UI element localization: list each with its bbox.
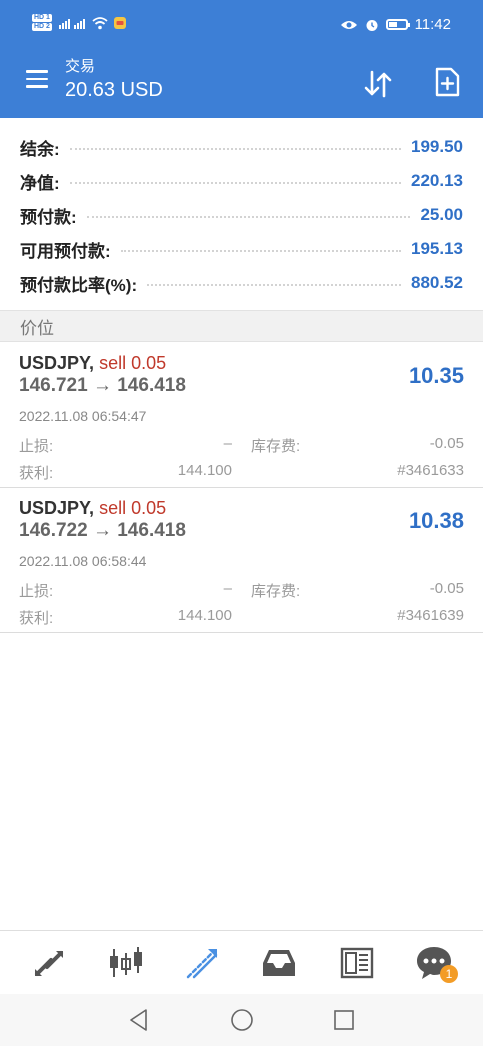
dotted-leader: [86, 216, 411, 218]
status-time: 11:42: [414, 16, 451, 33]
tp-value: 144.100: [177, 462, 232, 479]
title-block: 交易 20.63 USD: [65, 58, 163, 104]
position-symbol: USDJPY,: [19, 498, 95, 518]
chart-icon[interactable]: [106, 943, 146, 983]
status-bar: HD 1 HD 2 11:42: [0, 0, 483, 52]
ticket-number: #3461639: [397, 607, 464, 624]
summary-row-equity: 净值: 220.13: [0, 164, 483, 198]
summary-label: 结余:: [20, 139, 60, 159]
position-profit: 10.35: [408, 363, 464, 388]
eye-icon: [340, 20, 357, 29]
position-sl-swap-row: 止损: – 库存费: -0.05: [19, 435, 464, 455]
dotted-leader: [120, 250, 401, 252]
new-order-icon[interactable]: [433, 66, 461, 98]
summary-value: 220.13: [411, 171, 463, 190]
position-tp-ticket-row: 获利: 144.100 #3461639: [19, 607, 464, 627]
summary-value: 199.50: [411, 137, 463, 156]
chat-badge: 1: [440, 965, 458, 983]
summary-row-margin-level: 预付款比率(%): 880.52: [0, 266, 483, 300]
swap-value: -0.05: [429, 580, 464, 597]
dotted-leader: [69, 182, 401, 184]
app-bar: 交易 20.63 USD: [0, 52, 483, 118]
swap-label: 库存费:: [251, 583, 301, 600]
news-icon[interactable]: [337, 943, 377, 983]
bottom-navigation: 1: [0, 930, 483, 995]
summary-value: 25.00: [420, 205, 463, 224]
position-symbol: USDJPY,: [19, 353, 95, 373]
notification-app-icon: [113, 16, 126, 29]
position-item[interactable]: USDJPY, sell 0.05 146.721 → 146.418 10.3…: [0, 343, 483, 488]
dotted-leader: [69, 148, 401, 150]
tp-label: 获利:: [19, 610, 54, 627]
position-symbol-line: USDJPY, sell 0.05: [19, 498, 166, 519]
quotes-icon[interactable]: [29, 943, 69, 983]
hd-badges: HD 1 HD 2: [32, 14, 52, 31]
signal-icon: [58, 18, 85, 29]
battery-icon: [385, 19, 410, 30]
hd-badge: HD 1: [32, 14, 52, 22]
sort-icon[interactable]: [362, 68, 394, 100]
position-prices: 146.721 → 146.418: [19, 375, 186, 396]
tp-label: 获利:: [19, 465, 54, 482]
position-time: 2022.11.08 06:58:44: [19, 553, 147, 569]
position-symbol-line: USDJPY, sell 0.05: [19, 353, 166, 374]
position-time: 2022.11.08 06:54:47: [19, 408, 147, 424]
status-right: 11:42: [340, 16, 451, 33]
history-icon[interactable]: [259, 943, 299, 983]
swap-label: 库存费:: [251, 438, 301, 455]
trade-icon[interactable]: [182, 943, 222, 983]
summary-value: 195.13: [411, 239, 463, 258]
summary-label: 预付款比率(%):: [20, 275, 138, 295]
summary-row-free-margin: 可用预付款: 195.13: [0, 232, 483, 266]
summary-label: 可用预付款:: [20, 241, 111, 261]
back-icon[interactable]: [126, 1007, 152, 1033]
position-item[interactable]: USDJPY, sell 0.05 146.722 → 146.418 10.3…: [0, 488, 483, 633]
position-sl-swap-row: 止损: – 库存费: -0.05: [19, 580, 464, 600]
position-profit: 10.38: [408, 508, 464, 533]
swap-value: -0.05: [429, 435, 464, 452]
position-prices: 146.722 → 146.418: [19, 520, 186, 541]
summary-row-balance: 结余: 199.50: [0, 130, 483, 164]
summary-value: 880.52: [411, 273, 463, 292]
ticket-number: #3461633: [397, 462, 464, 479]
home-icon[interactable]: [229, 1007, 255, 1033]
page-subtitle: 20.63 USD: [65, 79, 163, 101]
position-side: sell 0.05: [99, 498, 167, 518]
section-header-positions: 价位: [0, 310, 483, 342]
status-left: HD 1 HD 2: [32, 14, 127, 31]
positions-list: USDJPY, sell 0.05 146.721 → 146.418 10.3…: [0, 343, 483, 633]
tp-value: 144.100: [177, 607, 232, 624]
page-title: 交易: [65, 58, 96, 75]
chat-button[interactable]: 1: [414, 943, 458, 983]
sl-value: –: [223, 580, 232, 597]
wifi-icon: [92, 16, 108, 29]
recents-icon[interactable]: [331, 1007, 357, 1033]
position-side: sell 0.05: [99, 353, 167, 373]
summary-row-margin: 预付款: 25.00: [0, 198, 483, 232]
position-tp-ticket-row: 获利: 144.100 #3461633: [19, 462, 464, 482]
summary-label: 净值:: [20, 173, 60, 193]
system-navigation-bar: [0, 994, 483, 1046]
sl-label: 止损:: [19, 438, 54, 455]
dotted-leader: [147, 284, 401, 286]
alarm-icon: [366, 19, 378, 31]
account-summary: 结余: 199.50 净值: 220.13 预付款: 25.00 可用预付款: …: [0, 130, 483, 300]
sl-value: –: [223, 435, 232, 452]
sl-label: 止损:: [19, 583, 54, 600]
summary-label: 预付款:: [20, 207, 77, 227]
menu-icon[interactable]: [26, 70, 48, 88]
hd-badge: HD 2: [32, 23, 52, 31]
